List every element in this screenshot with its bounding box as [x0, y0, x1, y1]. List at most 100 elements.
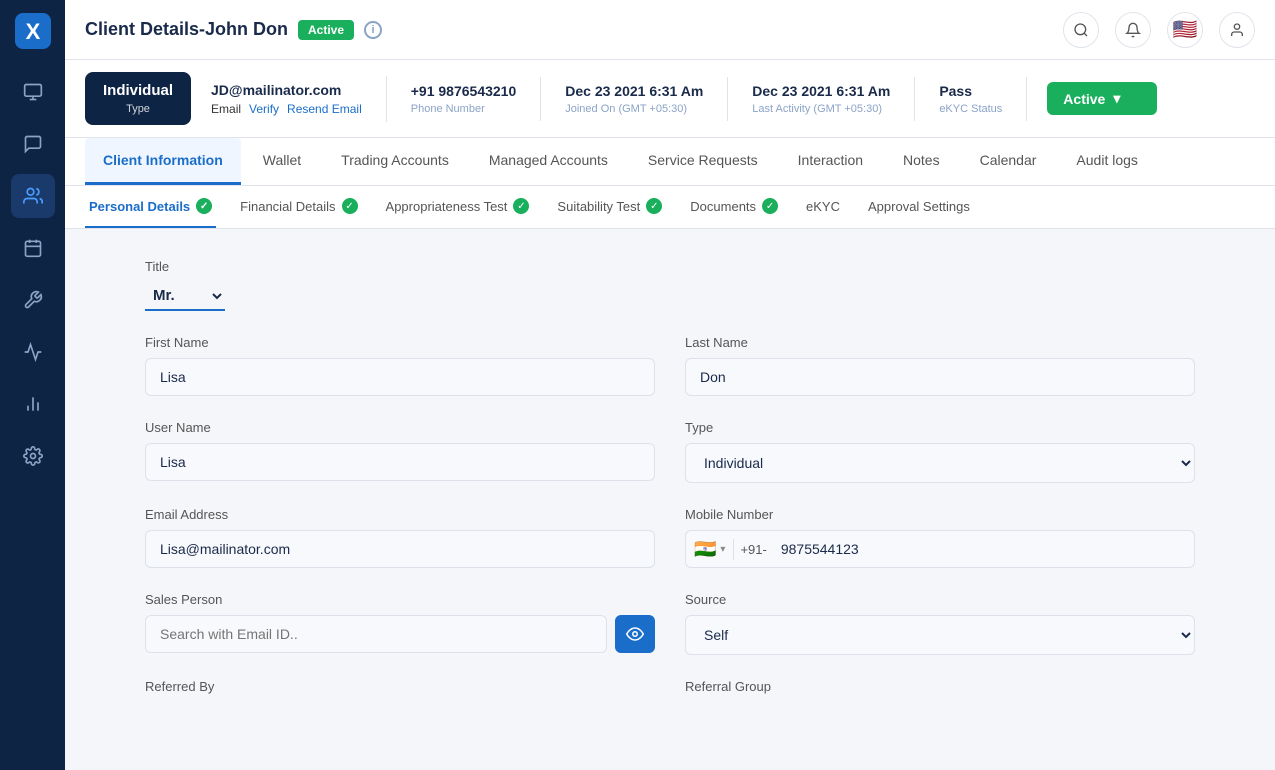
sub-tab-documents[interactable]: Documents ✓ — [686, 186, 782, 228]
sidebar: X — [0, 0, 65, 770]
topbar-actions: 🇺🇸 — [1063, 12, 1255, 48]
sidebar-item-settings[interactable] — [11, 434, 55, 478]
sales-person-eye-button[interactable] — [615, 615, 655, 653]
email-mobile-row: Email Address Mobile Number 🇮🇳 ▾ +91- — [145, 507, 1195, 568]
status-dropdown-value: Active — [1063, 91, 1105, 107]
documents-check-icon: ✓ — [762, 198, 778, 214]
title-select-wrapper: Mr. Mrs. Ms. Dr. — [145, 282, 365, 311]
client-joined-value: Dec 23 2021 6:31 Am — [565, 83, 703, 99]
language-selector[interactable]: 🇺🇸 — [1167, 12, 1203, 48]
sales-source-row: Sales Person Source Self Referral Market… — [145, 592, 1195, 655]
sidebar-item-tools[interactable] — [11, 278, 55, 322]
first-name-input[interactable] — [145, 358, 655, 396]
sub-tab-personal-details[interactable]: Personal Details ✓ — [85, 186, 216, 228]
source-group: Source Self Referral Marketing — [685, 592, 1195, 655]
sales-person-label: Sales Person — [145, 592, 655, 607]
topbar: Client Details-John Don Active i 🇺🇸 — [65, 0, 1275, 60]
appropriateness-test-label: Appropriateness Test — [386, 199, 508, 214]
sidebar-item-calendar[interactable] — [11, 226, 55, 270]
svg-text:X: X — [25, 19, 40, 44]
tab-client-information[interactable]: Client Information — [85, 138, 241, 185]
username-group: User Name — [145, 420, 655, 483]
mobile-input-wrapper: 🇮🇳 ▾ +91- — [685, 530, 1195, 568]
sub-tab-appropriateness-test[interactable]: Appropriateness Test ✓ — [382, 186, 534, 228]
mobile-input[interactable] — [773, 531, 1194, 567]
ekyc-label: eKYC — [806, 199, 840, 214]
client-info-bar: Individual Type JD@mailinator.com Email … — [65, 60, 1275, 138]
referred-by-label: Referred By — [145, 679, 655, 694]
user-menu-button[interactable] — [1219, 12, 1255, 48]
tab-wallet[interactable]: Wallet — [245, 138, 319, 185]
tab-audit-logs[interactable]: Audit logs — [1058, 138, 1155, 185]
main-tabs: Client Information Wallet Trading Accoun… — [65, 138, 1275, 186]
first-name-label: First Name — [145, 335, 655, 350]
type-label: Type — [685, 420, 1195, 435]
mobile-label: Mobile Number — [685, 507, 1195, 522]
last-name-group: Last Name — [685, 335, 1195, 396]
email-input[interactable] — [145, 530, 655, 568]
tab-service-requests[interactable]: Service Requests — [630, 138, 776, 185]
flag-selector[interactable]: 🇮🇳 ▾ — [686, 539, 734, 560]
form-area: Title Mr. Mrs. Ms. Dr. First Name Last N… — [65, 229, 1275, 770]
sidebar-item-marketing[interactable] — [11, 330, 55, 374]
referral-row: Referred By Referral Group — [145, 679, 1195, 694]
status-dropdown[interactable]: Active ▾ — [1047, 82, 1157, 115]
status-badge: Active — [298, 20, 354, 40]
username-input[interactable] — [145, 443, 655, 481]
source-label: Source — [685, 592, 1195, 607]
client-email-value: JD@mailinator.com — [211, 82, 362, 98]
sales-person-input[interactable] — [145, 615, 607, 653]
client-phone-label: Phone Number — [411, 103, 517, 115]
documents-label: Documents — [690, 199, 756, 214]
email-address-label: Email Address — [145, 507, 655, 522]
tab-notes[interactable]: Notes — [885, 138, 958, 185]
sidebar-item-users[interactable] — [11, 174, 55, 218]
client-joined-label: Joined On (GMT +05:30) — [565, 103, 703, 115]
tab-trading-accounts[interactable]: Trading Accounts — [323, 138, 467, 185]
verify-link[interactable]: Verify — [249, 102, 279, 116]
tab-managed-accounts[interactable]: Managed Accounts — [471, 138, 626, 185]
client-type-label: Type — [126, 103, 150, 115]
client-last-activity-field: Dec 23 2021 6:31 Am Last Activity (GMT +… — [728, 77, 915, 121]
sub-tab-financial-details[interactable]: Financial Details ✓ — [236, 186, 361, 228]
client-phone-field: +91 9876543210 Phone Number — [387, 77, 542, 121]
sub-tab-ekyc[interactable]: eKYC — [802, 186, 844, 228]
main-content: Client Details-John Don Active i 🇺🇸 Indi… — [65, 0, 1275, 770]
mobile-prefix: +91- — [734, 532, 772, 567]
appropriateness-check-icon: ✓ — [513, 198, 529, 214]
client-info-fields: JD@mailinator.com Email Verify Resend Em… — [211, 72, 1255, 125]
search-button[interactable] — [1063, 12, 1099, 48]
title-row: Title Mr. Mrs. Ms. Dr. — [145, 259, 1195, 311]
client-phone-value: +91 9876543210 — [411, 83, 517, 99]
last-name-input[interactable] — [685, 358, 1195, 396]
tab-interaction[interactable]: Interaction — [780, 138, 881, 185]
tab-calendar[interactable]: Calendar — [962, 138, 1055, 185]
chevron-down-icon: ▾ — [720, 544, 725, 555]
name-row: First Name Last Name — [145, 335, 1195, 396]
username-type-row: User Name Type Individual Corporate — [145, 420, 1195, 483]
client-ekyc-value: Pass — [939, 83, 1002, 99]
type-select[interactable]: Individual Corporate — [685, 443, 1195, 483]
chevron-down-icon: ▾ — [1113, 90, 1120, 107]
source-select[interactable]: Self Referral Marketing — [685, 615, 1195, 655]
title-select[interactable]: Mr. Mrs. Ms. Dr. — [145, 282, 225, 311]
resend-email-link[interactable]: Resend Email — [287, 102, 362, 116]
client-joined-field: Dec 23 2021 6:31 Am Joined On (GMT +05:3… — [541, 77, 728, 121]
sidebar-item-chat[interactable] — [11, 122, 55, 166]
first-name-group: First Name — [145, 335, 655, 396]
info-icon[interactable]: i — [364, 21, 382, 39]
notifications-button[interactable] — [1115, 12, 1151, 48]
referral-group-group: Referral Group — [685, 679, 1195, 694]
sidebar-logo: X — [12, 10, 54, 52]
last-name-label: Last Name — [685, 335, 1195, 350]
sidebar-item-reports[interactable] — [11, 382, 55, 426]
suitability-test-label: Suitability Test — [557, 199, 640, 214]
title-label: Title — [145, 259, 365, 274]
referral-group-label: Referral Group — [685, 679, 1195, 694]
personal-details-label: Personal Details — [89, 199, 190, 214]
client-email-actions: Email Verify Resend Email — [211, 102, 362, 116]
sub-tab-suitability-test[interactable]: Suitability Test ✓ — [553, 186, 666, 228]
sidebar-item-monitor[interactable] — [11, 70, 55, 114]
title-group: Title Mr. Mrs. Ms. Dr. — [145, 259, 365, 311]
sub-tab-approval-settings[interactable]: Approval Settings — [864, 186, 974, 228]
